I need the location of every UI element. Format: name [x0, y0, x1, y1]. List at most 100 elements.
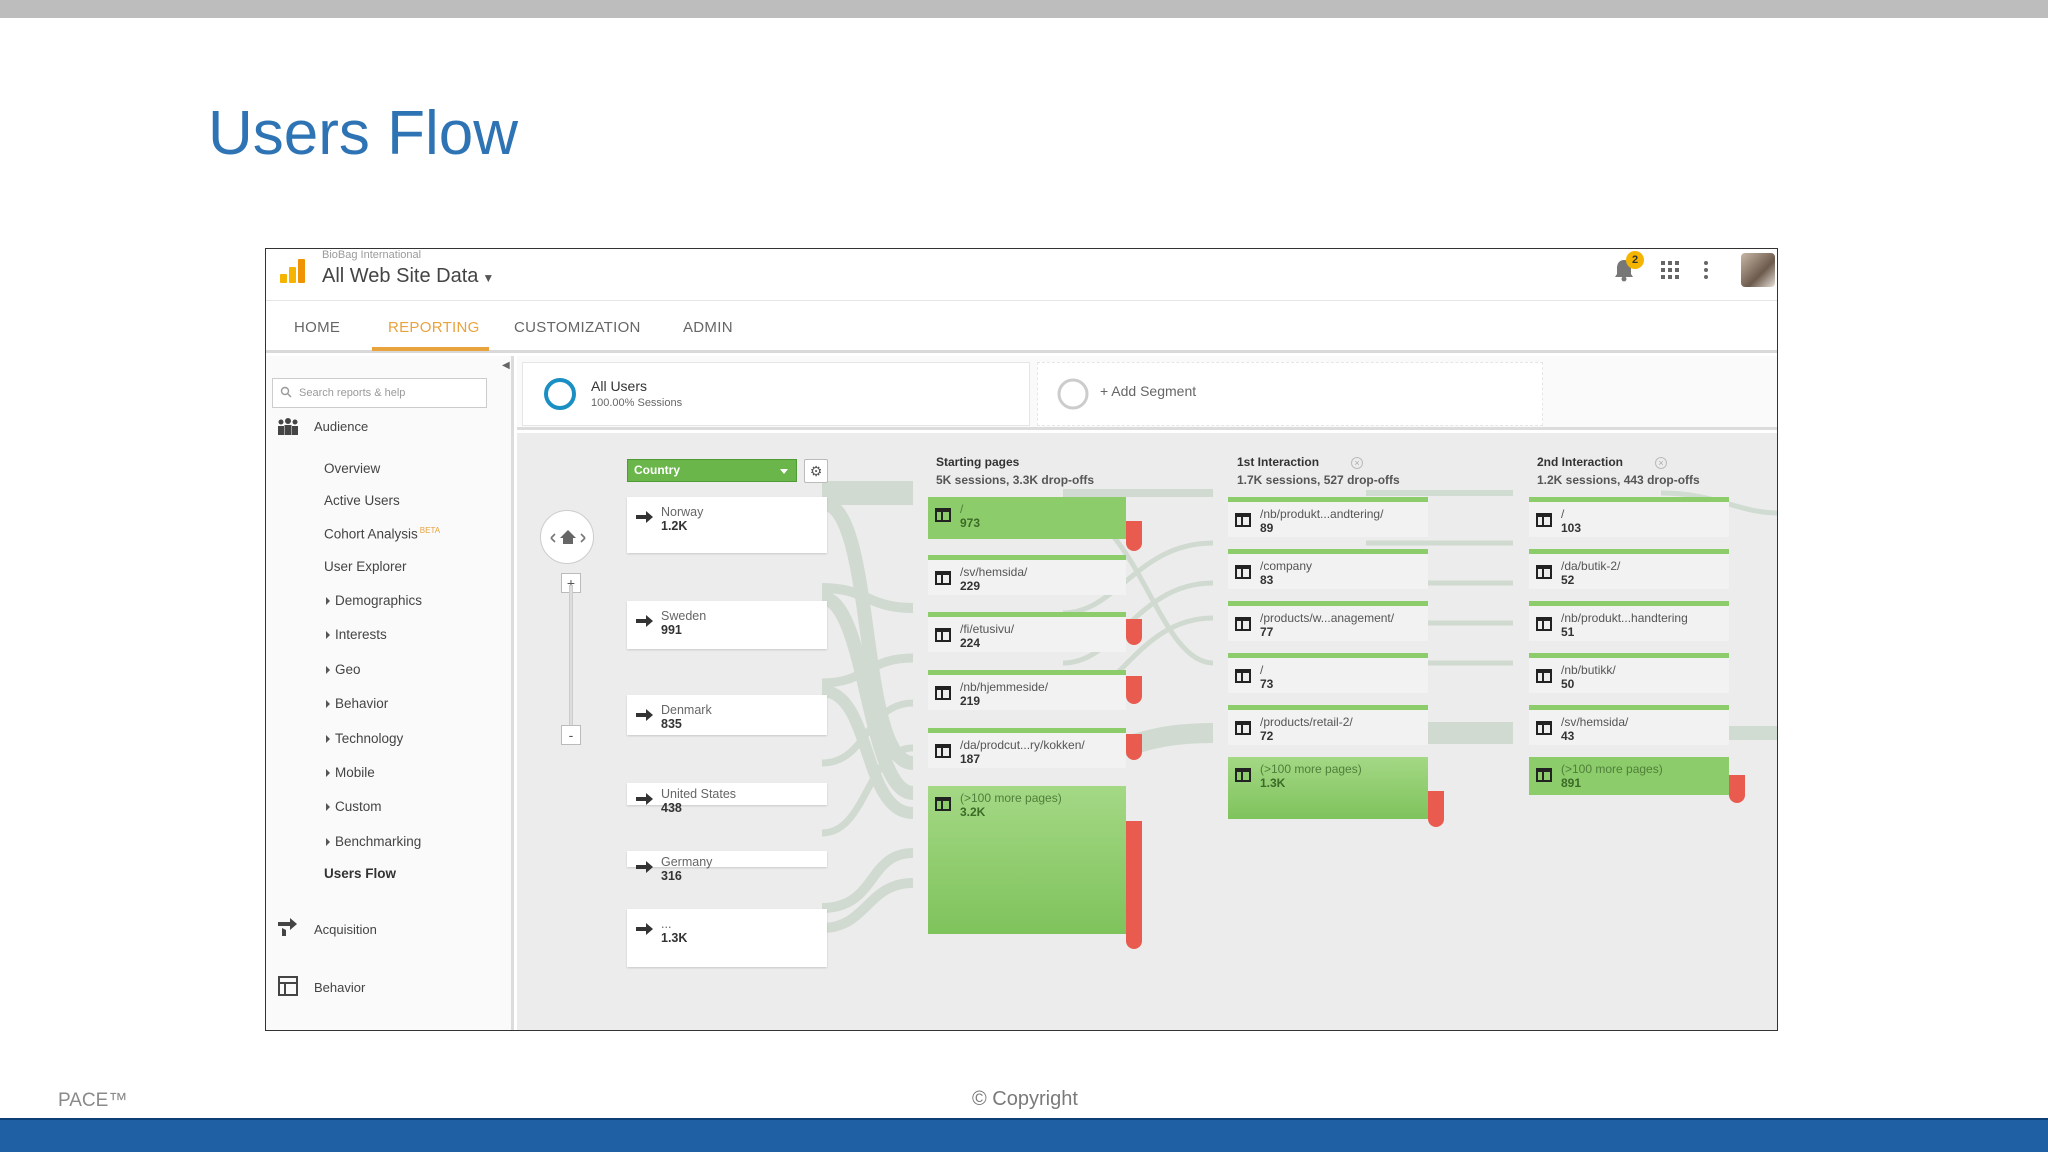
drop-off-bar[interactable] [1126, 734, 1142, 760]
more-vert-icon[interactable] [1702, 257, 1710, 283]
collapse-sidebar-icon[interactable]: ◀ [502, 360, 510, 371]
entrance-arrow-icon [636, 615, 653, 627]
sidebar-item-overview[interactable]: Overview [324, 461, 380, 476]
sidebar-section-audience[interactable]: Audience [314, 419, 368, 434]
first-interaction-node[interactable]: /products/retail-2/ 72 [1228, 705, 1428, 745]
drop-off-bar[interactable] [1126, 676, 1142, 704]
country-node[interactable]: Norway 1.2K [627, 497, 827, 553]
expand-icon [326, 769, 330, 778]
dropdown-arrow-icon [780, 469, 788, 474]
slide: Users Flow BioBag International All Web … [0, 0, 2048, 1152]
country-node[interactable]: Germany 316 [627, 851, 827, 883]
sidebar-item-demographics[interactable]: Demographics [326, 593, 422, 608]
sidebar-item-behavior[interactable]: Behavior [326, 696, 388, 711]
second-interaction-node[interactable]: /sv/hemsida/ 43 [1529, 705, 1729, 745]
footer-copyright: © Copyright [972, 1088, 1078, 1110]
avatar[interactable] [1741, 253, 1775, 287]
node-fill [1228, 658, 1428, 693]
apps-grid-icon[interactable] [1659, 259, 1681, 281]
close-column-icon[interactable]: × [1655, 457, 1667, 469]
first-interaction-node[interactable]: /nb/produkt...andtering/ 89 [1228, 497, 1428, 537]
first-interaction-node[interactable]: /products/w...anagement/ 77 [1228, 601, 1428, 641]
second-interaction-node[interactable]: (>100 more pages) 891 [1529, 757, 1729, 795]
behavior-sub-label: Behavior [335, 696, 389, 711]
search-input[interactable]: Search reports & help [272, 378, 487, 408]
country-name: United States [661, 787, 737, 801]
page-icon [1536, 768, 1552, 782]
entrance-arrow-icon [636, 861, 653, 873]
starting-page-node[interactable]: /fi/etusivu/ 224 [928, 612, 1126, 652]
page-icon [935, 744, 951, 758]
custom-label: Custom [335, 799, 382, 814]
second-interaction-node[interactable]: /da/butik-2/ 52 [1529, 549, 1729, 589]
empty-segment-ring-icon [1057, 378, 1089, 410]
country-node[interactable]: United States 438 [627, 783, 827, 815]
tab-customization[interactable]: CUSTOMIZATION [514, 319, 641, 336]
expand-icon [326, 700, 330, 709]
node-fill [928, 497, 1126, 539]
col-first-interaction-title: 1st Interaction [1237, 455, 1320, 469]
sidebar-item-custom[interactable]: Custom [326, 799, 382, 814]
second-interaction-node[interactable]: /nb/butikk/ 50 [1529, 653, 1729, 693]
add-segment-button[interactable]: + Add Segment [1037, 362, 1543, 426]
page-value: 50 [1561, 677, 1575, 691]
starting-page-node[interactable]: /sv/hemsida/ 229 [928, 555, 1126, 595]
sidebar-item-users-flow[interactable]: Users Flow [324, 866, 396, 881]
segment-all-users[interactable]: All Users 100.00% Sessions [522, 362, 1030, 426]
country-node[interactable]: Sweden 991 [627, 601, 827, 649]
first-interaction-node[interactable]: / 73 [1228, 653, 1428, 693]
sidebar-item-active-users[interactable]: Active Users [324, 493, 400, 508]
page-icon [1536, 721, 1552, 735]
country-name: Germany [661, 855, 713, 869]
segment-sub: 100.00% Sessions [591, 397, 683, 409]
zoom-slider[interactable] [569, 585, 573, 729]
bottom-bar [0, 1118, 2048, 1152]
starting-page-node[interactable]: / 973 [928, 497, 1126, 539]
sidebar-item-user-explorer[interactable]: User Explorer [324, 559, 407, 574]
starting-page-node[interactable]: /da/prodcut...ry/kokken/ 187 [928, 728, 1126, 768]
tab-home[interactable]: HOME [294, 319, 340, 336]
tab-reporting[interactable]: REPORTING [388, 319, 480, 336]
users-flow-chart: Country ⚙ + - Starting pages 5K sessions… [517, 433, 1777, 1030]
country-value: 835 [661, 717, 682, 731]
col-second-interaction-title: 2nd Interaction [1537, 455, 1624, 469]
expand-icon [326, 666, 330, 675]
first-interaction-node[interactable]: /company 83 [1228, 549, 1428, 589]
drop-off-bar[interactable] [1428, 791, 1444, 827]
sidebar-section-behavior[interactable]: Behavior [314, 980, 365, 995]
starting-page-node[interactable]: (>100 more pages) 3.2K [928, 786, 1126, 934]
page-icon [1235, 721, 1251, 735]
sidebar-item-interests[interactable]: Interests [326, 627, 387, 642]
sidebar-item-benchmarking[interactable]: Benchmarking [326, 834, 421, 849]
country-node[interactable]: Denmark 835 [627, 695, 827, 735]
col-first-interaction-sub: 1.7K sessions, 527 drop-offs [1237, 473, 1400, 487]
drop-off-bar[interactable] [1126, 521, 1142, 551]
sidebar-section-acquisition[interactable]: Acquisition [314, 922, 377, 937]
starting-page-node[interactable]: /nb/hjemmeside/ 219 [928, 670, 1126, 710]
dimension-select[interactable]: Country [627, 459, 797, 482]
country-value: 316 [661, 869, 682, 883]
country-node[interactable]: ... 1.3K [627, 909, 827, 967]
zoom-out-button[interactable]: - [561, 725, 581, 745]
page-value: 52 [1561, 573, 1575, 587]
first-interaction-node[interactable]: (>100 more pages) 1.3K [1228, 757, 1428, 819]
benchmarking-label: Benchmarking [335, 834, 422, 849]
second-interaction-node[interactable]: /nb/produkt...handtering 51 [1529, 601, 1729, 641]
pan-control[interactable] [540, 510, 594, 564]
sidebar-item-geo[interactable]: Geo [326, 662, 361, 677]
entrance-arrow-icon [636, 709, 653, 721]
segment-name: All Users [591, 378, 648, 394]
drop-off-bar[interactable] [1729, 775, 1745, 803]
close-column-icon[interactable]: × [1351, 457, 1363, 469]
page-name: /da/prodcut...ry/kokken/ [960, 738, 1085, 752]
sidebar-item-mobile[interactable]: Mobile [326, 765, 375, 780]
drop-off-bar[interactable] [1126, 619, 1142, 645]
gear-icon[interactable]: ⚙ [804, 459, 828, 483]
page-icon [1235, 565, 1251, 579]
sidebar-item-cohort-analysis[interactable]: Cohort Analysis BETA [324, 526, 440, 542]
property-selector[interactable]: All Web Site Data ▼ [322, 265, 494, 288]
sidebar-item-technology[interactable]: Technology [326, 731, 403, 746]
tab-admin[interactable]: ADMIN [683, 319, 733, 336]
drop-off-bar[interactable] [1126, 821, 1142, 949]
second-interaction-node[interactable]: / 103 [1529, 497, 1729, 537]
